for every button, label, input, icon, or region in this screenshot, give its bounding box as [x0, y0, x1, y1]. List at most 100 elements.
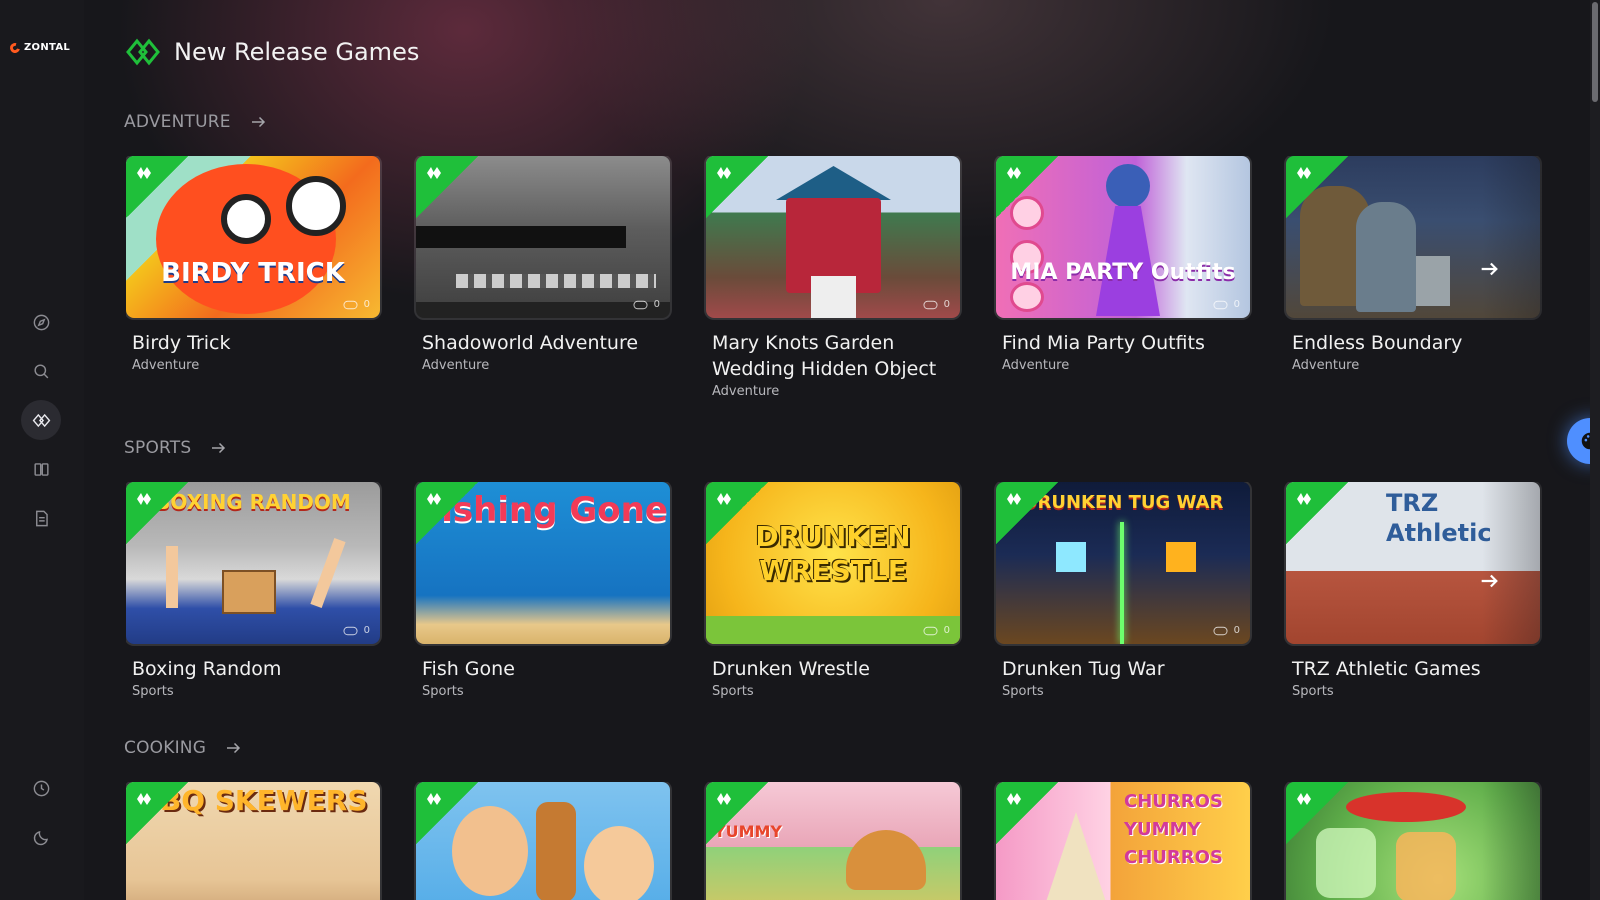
- new-badge: [416, 782, 478, 844]
- section-header-sports[interactable]: SPORTS: [124, 438, 227, 458]
- sidebar-item-theme[interactable]: [21, 817, 61, 857]
- gamepad-icon: [1213, 300, 1228, 309]
- game-thumbnail[interactable]: 0: [706, 156, 960, 318]
- sidebar-item-notes[interactable]: [21, 498, 61, 538]
- arrow-right-icon[interactable]: [224, 739, 242, 757]
- game-thumbnail[interactable]: [1286, 782, 1540, 900]
- game-title[interactable]: Find Mia Party Outfits: [1002, 330, 1250, 356]
- game-thumbnail[interactable]: BIRDY TRICK 0: [126, 156, 380, 318]
- sidebar-item-search[interactable]: [21, 351, 61, 391]
- arrow-right-icon[interactable]: [209, 439, 227, 457]
- game-title[interactable]: Drunken Wrestle: [712, 656, 960, 682]
- diamond-icon: [1297, 493, 1311, 505]
- arrow-right-icon[interactable]: [1478, 570, 1500, 592]
- game-thumbnail[interactable]: TRZ Athletic: [1286, 482, 1540, 644]
- game-thumbnail[interactable]: BBQ SKEWERS: [126, 782, 380, 900]
- arrow-right-icon[interactable]: [1478, 258, 1500, 280]
- game-card[interactable]: Fishing Gone Fish Gone Sports: [416, 482, 670, 699]
- game-genre: Sports: [132, 684, 174, 699]
- game-thumbnail[interactable]: BOXING RANDOM 0: [126, 482, 380, 644]
- game-card[interactable]: [1286, 782, 1540, 900]
- logo-icon: [8, 40, 22, 55]
- new-release-icon: [32, 413, 50, 427]
- gamepad-icon: [633, 300, 648, 309]
- game-thumbnail[interactable]: 0: [416, 156, 670, 318]
- game-title[interactable]: Mary Knots Garden Wedding Hidden Object: [712, 330, 960, 382]
- scrollbar-thumb[interactable]: [1592, 2, 1598, 102]
- game-thumbnail[interactable]: DRUNKEN WRESTLE 0: [706, 482, 960, 644]
- new-release-icon: [126, 38, 160, 66]
- gamepad-icon: [923, 300, 938, 309]
- compass-icon: [33, 314, 49, 330]
- diamond-icon: [1007, 167, 1021, 179]
- game-title[interactable]: Endless Boundary: [1292, 330, 1540, 356]
- main-content: New Release Games ADVENTURE BIRDY TRICK …: [84, 0, 1600, 900]
- view-count: 0: [343, 625, 370, 636]
- game-genre: Sports: [1292, 684, 1334, 699]
- game-thumbnail[interactable]: [416, 782, 670, 900]
- sidebar: ZONTAL: [0, 0, 84, 900]
- sidebar-item-explore[interactable]: [21, 302, 61, 342]
- gamepad-icon: [1213, 626, 1228, 635]
- games-row-cooking: BBQ SKEWERS YUMMY: [126, 782, 1592, 900]
- diamond-icon: [137, 493, 151, 505]
- section-title: COOKING: [124, 738, 207, 758]
- view-count: 0: [1213, 299, 1240, 310]
- sidebar-item-library[interactable]: [21, 449, 61, 489]
- sidebar-item-history[interactable]: [21, 768, 61, 808]
- game-thumbnail[interactable]: [1286, 156, 1540, 318]
- new-badge: [126, 156, 188, 218]
- game-card[interactable]: BIRDY TRICK 0 Birdy Trick Adventure: [126, 156, 380, 373]
- game-art-title: BIRDY TRICK: [161, 258, 345, 288]
- game-thumbnail[interactable]: MIA PARTY Outfits 0: [996, 156, 1250, 318]
- new-badge: [1286, 782, 1348, 844]
- section-header-cooking[interactable]: COOKING: [124, 738, 242, 758]
- game-thumbnail[interactable]: CHURROS YUMMY CHURROS: [996, 782, 1250, 900]
- game-card[interactable]: MIA PARTY Outfits 0 Find Mia Party Outfi…: [996, 156, 1250, 373]
- diamond-icon: [717, 167, 731, 179]
- game-genre: Adventure: [1002, 358, 1070, 373]
- game-card[interactable]: [416, 782, 670, 900]
- game-title[interactable]: Boxing Random: [132, 656, 380, 682]
- gamepad-icon: [343, 300, 358, 309]
- game-genre: Adventure: [1292, 358, 1360, 373]
- section-header-adventure[interactable]: ADVENTURE: [124, 112, 267, 132]
- game-card[interactable]: 0 Shadoworld Adventure Adventure: [416, 156, 670, 373]
- game-thumbnail[interactable]: DRUNKEN TUG WAR 0: [996, 482, 1250, 644]
- game-title[interactable]: TRZ Athletic Games: [1292, 656, 1540, 682]
- game-genre: Adventure: [422, 358, 490, 373]
- game-card[interactable]: TRZ Athletic TRZ Athletic Games Sports: [1286, 482, 1540, 699]
- brand-logo[interactable]: ZONTAL: [8, 40, 70, 55]
- games-row-adventure: BIRDY TRICK 0 Birdy Trick Adventure 0 Sh…: [126, 156, 1592, 416]
- game-title[interactable]: Fish Gone: [422, 656, 670, 682]
- game-card[interactable]: YUMMY: [706, 782, 960, 900]
- game-art-title: MIA PARTY Outfits: [1010, 260, 1236, 285]
- moon-icon: [33, 830, 48, 845]
- sidebar-item-new-releases[interactable]: [21, 400, 61, 440]
- clock-icon: [33, 780, 49, 796]
- game-thumbnail[interactable]: Fishing Gone: [416, 482, 670, 644]
- game-card[interactable]: BBQ SKEWERS: [126, 782, 380, 900]
- game-card[interactable]: BOXING RANDOM 0 Boxing Random Sports: [126, 482, 380, 699]
- new-badge: [996, 782, 1058, 844]
- game-card[interactable]: Endless Boundary Adventure: [1286, 156, 1540, 373]
- new-badge: [996, 156, 1058, 218]
- new-badge: [416, 482, 478, 544]
- diamond-icon: [1297, 167, 1311, 179]
- game-title[interactable]: Birdy Trick: [132, 330, 380, 356]
- game-title[interactable]: Shadoworld Adventure: [422, 330, 670, 356]
- game-card[interactable]: 0 Mary Knots Garden Wedding Hidden Objec…: [706, 156, 960, 399]
- page-scrollbar[interactable]: [1590, 0, 1600, 900]
- game-card[interactable]: DRUNKEN TUG WAR 0 Drunken Tug War Sports: [996, 482, 1250, 699]
- new-badge: [706, 156, 768, 218]
- view-count: 0: [343, 299, 370, 310]
- gamepad-icon: [923, 626, 938, 635]
- view-count: 0: [923, 299, 950, 310]
- new-badge: [126, 482, 188, 544]
- arrow-right-icon[interactable]: [249, 113, 267, 131]
- game-card[interactable]: DRUNKEN WRESTLE 0 Drunken Wrestle Sports: [706, 482, 960, 699]
- page-header: New Release Games: [126, 38, 419, 66]
- game-card[interactable]: CHURROS YUMMY CHURROS: [996, 782, 1250, 900]
- game-thumbnail[interactable]: YUMMY: [706, 782, 960, 900]
- game-title[interactable]: Drunken Tug War: [1002, 656, 1250, 682]
